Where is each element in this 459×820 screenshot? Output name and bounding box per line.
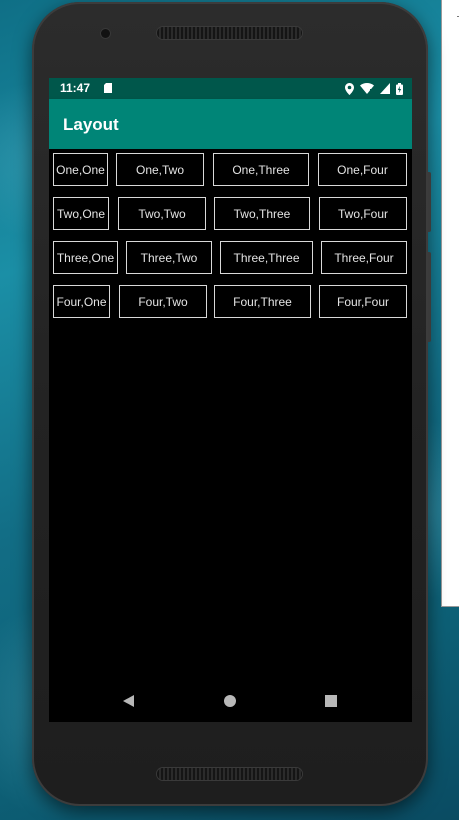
recents-icon[interactable] [324,694,338,708]
home-icon[interactable] [223,694,237,708]
cell-one-two[interactable]: One,Two [116,153,204,186]
cell-three-four[interactable]: Three,Four [321,241,407,274]
cell-signal-icon [380,83,390,94]
camera-icon [101,29,110,38]
volume-rocker[interactable] [428,252,431,342]
cell-two-one[interactable]: Two,One [53,197,109,230]
power-button[interactable] [428,172,431,232]
cell-four-three[interactable]: Four,Three [214,285,311,318]
cell-three-three[interactable]: Three,Three [220,241,313,274]
table-layout: One,One One,Two One,Three One,Four Two,O… [49,149,412,679]
cell-one-three[interactable]: One,Three [213,153,309,186]
side-panel [441,0,459,607]
navigation-bar [49,679,412,722]
cell-three-two[interactable]: Three,Two [126,241,212,274]
cell-one-one[interactable]: One,One [53,153,108,186]
status-time: 11:47 [60,81,91,95]
status-bar: 11:47 [49,78,412,99]
battery-icon [396,82,403,95]
back-icon[interactable] [122,694,136,708]
cell-two-two[interactable]: Two,Two [118,197,206,230]
sd-card-icon [104,83,112,93]
cell-four-four[interactable]: Four,Four [319,285,407,318]
cell-two-four[interactable]: Two,Four [319,197,407,230]
app-toolbar: Layout [49,99,412,149]
status-icons [345,82,403,95]
cell-four-one[interactable]: Four,One [53,285,110,318]
speaker-grille-top [157,27,302,39]
desktop-background: 11:47 Layout One,One One,Two One,Three O… [0,0,459,820]
device-screen: 11:47 Layout One,One One,Two One,Three O… [49,78,412,722]
app-title: Layout [63,115,119,134]
speaker-grille-bottom [157,768,302,780]
cell-two-three[interactable]: Two,Three [214,197,310,230]
cell-four-two[interactable]: Four,Two [119,285,207,318]
wifi-icon [360,83,374,94]
cell-one-four[interactable]: One,Four [318,153,407,186]
location-icon [345,82,354,95]
cell-three-one[interactable]: Three,One [53,241,118,274]
